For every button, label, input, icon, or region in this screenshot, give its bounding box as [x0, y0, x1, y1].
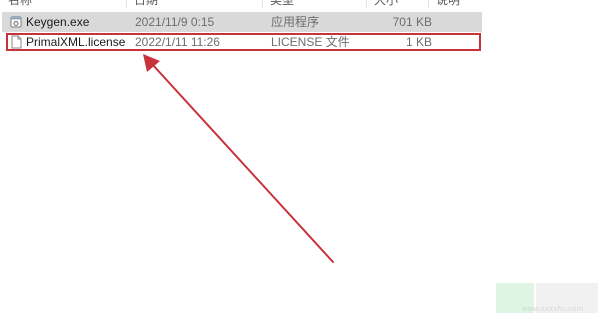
annotation-arrow — [143, 54, 334, 263]
watermark-text: www.xxxxhu.com — [522, 305, 584, 313]
